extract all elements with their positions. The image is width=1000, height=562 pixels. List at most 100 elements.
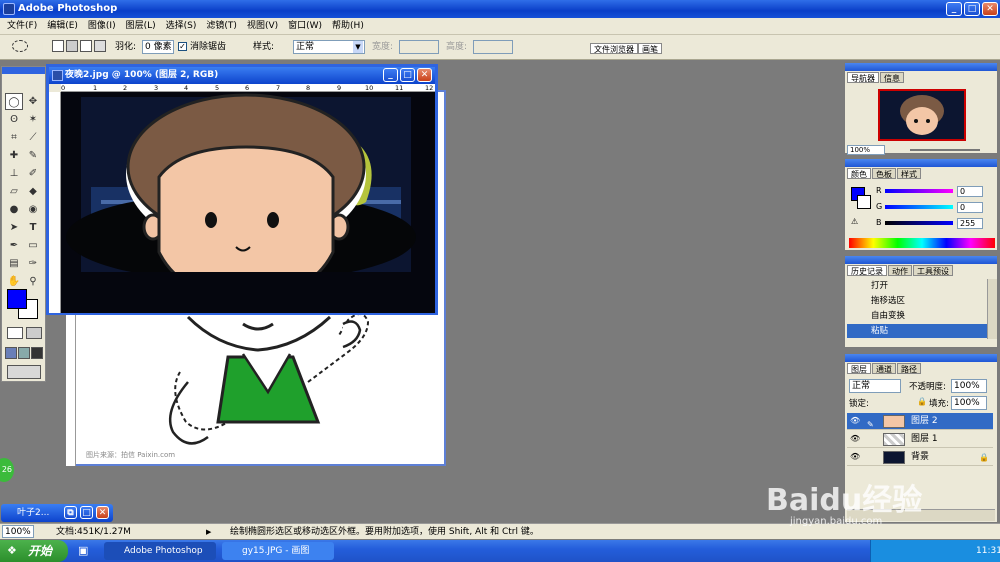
tab-navigator[interactable]: 导航器: [847, 72, 879, 83]
lock-icon[interactable]: 🔒: [917, 397, 927, 406]
ellipse-marquee-icon[interactable]: [12, 40, 28, 52]
tab-channels[interactable]: 通道: [872, 363, 896, 374]
intersect-selection-icon[interactable]: [94, 40, 106, 52]
opacity-input[interactable]: 100%: [951, 379, 987, 393]
navigator-zoom-slider[interactable]: [910, 149, 980, 151]
menu-view[interactable]: 视图(V): [242, 18, 283, 35]
shape-tool-icon[interactable]: ▭: [24, 237, 42, 254]
magic-wand-icon[interactable]: ✶: [24, 111, 42, 128]
quickmask-mode-icon[interactable]: [26, 327, 42, 339]
blend-mode-select[interactable]: 正常: [849, 379, 901, 393]
quick-launch-icon[interactable]: ▣: [78, 544, 88, 557]
doc-maximize-button[interactable]: □: [400, 68, 415, 82]
side-badge[interactable]: 26: [0, 458, 14, 482]
brush-tool-icon[interactable]: ✎: [24, 147, 42, 164]
tab-styles[interactable]: 样式: [897, 168, 921, 179]
menu-help[interactable]: 帮助(H): [327, 18, 369, 35]
tab-layers[interactable]: 图层: [847, 363, 871, 374]
eye-icon[interactable]: 👁: [850, 416, 860, 426]
crop-tool-icon[interactable]: ⌗: [5, 129, 23, 146]
color-ramp[interactable]: [849, 238, 995, 248]
menu-file[interactable]: 文件(F): [2, 18, 42, 35]
minimized-restore-button[interactable]: ⧉: [64, 506, 77, 519]
minimized-maximize-button[interactable]: □: [80, 506, 93, 519]
dodge-tool-icon[interactable]: ◉: [24, 201, 42, 218]
minimized-close-button[interactable]: ✕: [96, 506, 109, 519]
marquee-tool-icon[interactable]: ◯: [5, 93, 23, 110]
tab-brushes[interactable]: 画笔: [638, 43, 662, 54]
subtract-selection-icon[interactable]: [80, 40, 92, 52]
g-slider[interactable]: [885, 205, 953, 209]
maximize-button[interactable]: □: [964, 2, 980, 16]
tab-tool-presets[interactable]: 工具预设: [913, 265, 953, 276]
document-canvas[interactable]: [61, 92, 435, 313]
tab-history[interactable]: 历史记录: [847, 265, 887, 276]
lasso-tool-icon[interactable]: ʘ: [5, 111, 23, 128]
notes-tool-icon[interactable]: ▤: [5, 255, 23, 272]
eyedropper-icon[interactable]: ✑: [24, 255, 42, 272]
screen-mode-full-icon[interactable]: [31, 347, 43, 359]
feather-input[interactable]: 0 像素: [142, 40, 174, 54]
add-selection-icon[interactable]: [66, 40, 78, 52]
standard-mode-icon[interactable]: [7, 327, 23, 339]
new-selection-icon[interactable]: [52, 40, 64, 52]
menu-image[interactable]: 图像(I): [83, 18, 121, 35]
menu-edit[interactable]: 编辑(E): [42, 18, 83, 35]
history-brush-icon[interactable]: ✐: [24, 165, 42, 182]
close-button[interactable]: ✕: [982, 2, 998, 16]
move-tool-icon[interactable]: ✥: [24, 93, 42, 110]
healing-brush-icon[interactable]: ✚: [5, 147, 23, 164]
pen-tool-icon[interactable]: ✒: [5, 237, 23, 254]
history-scrollbar[interactable]: [987, 279, 997, 339]
status-arrow-icon[interactable]: ▶: [206, 524, 211, 540]
history-item-selected[interactable]: 粘贴: [847, 324, 987, 338]
jump-to-imageready-icon[interactable]: [7, 365, 41, 379]
layer-row-1[interactable]: 👁 图层 1: [847, 431, 993, 448]
r-input[interactable]: 0: [957, 186, 983, 197]
screen-mode-standard-icon[interactable]: [5, 347, 17, 359]
antialias-checkbox[interactable]: ✓: [178, 42, 187, 51]
foreground-color-swatch[interactable]: [7, 289, 27, 309]
fill-input[interactable]: 100%: [951, 396, 987, 410]
layer-row-2[interactable]: 👁 ✎ 图层 2: [847, 413, 993, 430]
minimize-button[interactable]: _: [946, 2, 962, 16]
doc-close-button[interactable]: ✕: [417, 68, 432, 82]
tab-info[interactable]: 信息: [880, 72, 904, 83]
history-item[interactable]: 打开: [847, 279, 987, 293]
tab-actions[interactable]: 动作: [888, 265, 912, 276]
eye-icon[interactable]: 👁: [850, 434, 860, 444]
zoom-input[interactable]: 100%: [2, 525, 34, 538]
tab-paths[interactable]: 路径: [897, 363, 921, 374]
type-tool-icon[interactable]: T: [24, 219, 42, 236]
layer-row-background[interactable]: 👁 背景 🔒: [847, 449, 993, 466]
history-item[interactable]: 自由变换: [847, 309, 987, 323]
slice-tool-icon[interactable]: ⟋: [24, 129, 42, 146]
navigator-preview[interactable]: [878, 89, 966, 141]
clone-stamp-icon[interactable]: ⊥: [5, 165, 23, 182]
tab-file-browser[interactable]: 文件浏览器: [590, 43, 638, 54]
history-item[interactable]: 拖移选区: [847, 294, 987, 308]
color-bg-swatch[interactable]: [857, 195, 871, 209]
tab-color[interactable]: 颜色: [847, 168, 871, 179]
doc-minimize-button[interactable]: _: [383, 68, 398, 82]
menu-window[interactable]: 窗口(W): [283, 18, 327, 35]
task-paint[interactable]: gy15.JPG - 画图: [222, 542, 334, 560]
tab-swatches[interactable]: 色板: [872, 168, 896, 179]
menu-layer[interactable]: 图层(L): [121, 18, 161, 35]
eraser-tool-icon[interactable]: ▱: [5, 183, 23, 200]
hand-tool-icon[interactable]: ✋: [5, 273, 23, 290]
screen-mode-full-menu-icon[interactable]: [18, 347, 30, 359]
menu-filter[interactable]: 滤镜(T): [201, 18, 242, 35]
navigator-zoom-input[interactable]: 100%: [847, 145, 885, 155]
b-input[interactable]: 255: [957, 218, 983, 229]
height-input[interactable]: [473, 40, 513, 54]
paint-bucket-icon[interactable]: ◆: [24, 183, 42, 200]
width-input[interactable]: [399, 40, 439, 54]
r-slider[interactable]: [885, 189, 953, 193]
b-slider[interactable]: [885, 221, 953, 225]
path-select-icon[interactable]: ➤: [5, 219, 23, 236]
blur-tool-icon[interactable]: ●: [5, 201, 23, 218]
eye-icon[interactable]: 👁: [850, 452, 860, 462]
document-window[interactable]: 夜晚2.jpg @ 100% (图层 2, RGB) _ □ ✕ 0 1 2 3…: [46, 64, 438, 315]
menu-select[interactable]: 选择(S): [161, 18, 202, 35]
